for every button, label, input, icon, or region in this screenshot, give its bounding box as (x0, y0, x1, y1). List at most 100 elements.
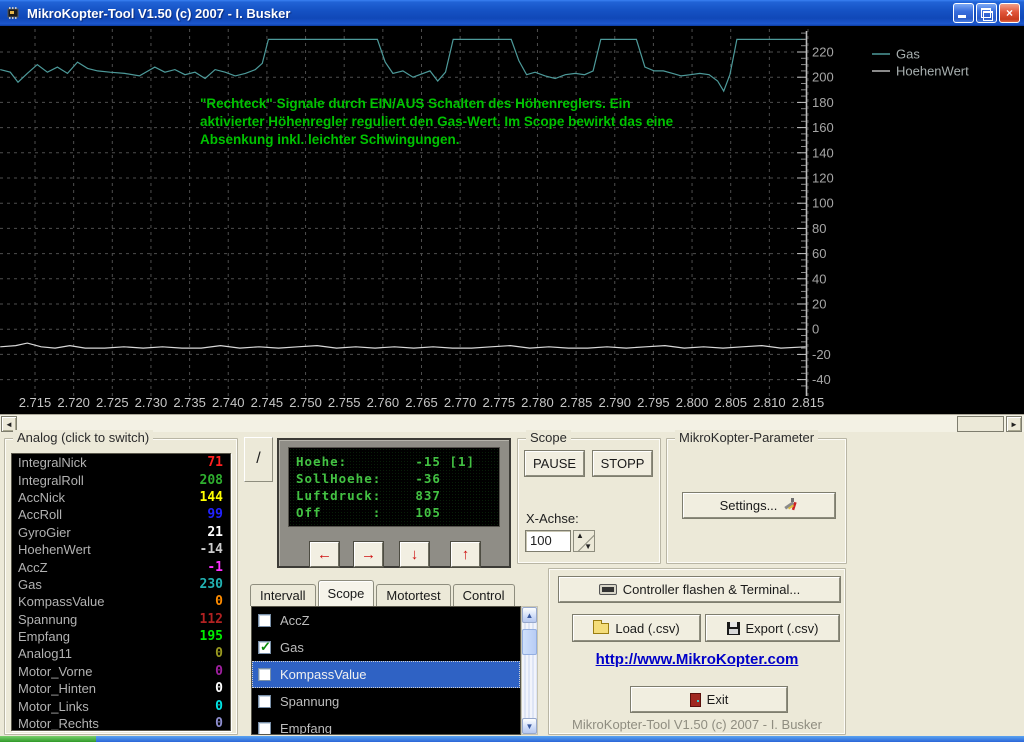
channel-label: AccZ (280, 613, 310, 628)
analog-row[interactable]: Gas230 (12, 576, 230, 593)
checkbox-icon[interactable] (258, 614, 271, 627)
channel-label: KompassValue (280, 667, 366, 682)
analog-row[interactable]: Empfang195 (12, 628, 230, 645)
x-axis-label: X-Achse: (526, 511, 579, 526)
scroll-down-icon[interactable]: ▼ (522, 718, 537, 734)
lcd-line: Off : 105 (296, 504, 492, 521)
channel-list-scrollbar[interactable]: ▲ ▼ (521, 606, 538, 735)
load-csv-button[interactable]: Load (.csv) (573, 615, 700, 641)
lcd-line: SollHoehe: -36 (296, 470, 492, 487)
scroll-thumb[interactable] (522, 629, 537, 655)
channel-row-kompassvalue[interactable]: KompassValue (252, 661, 520, 688)
scroll-up-icon[interactable]: ▲ (522, 607, 537, 623)
analog-row[interactable]: Analog110 (12, 645, 230, 662)
tab-intervall[interactable]: Intervall (250, 584, 316, 606)
svg-text:2.740: 2.740 (212, 395, 245, 410)
analog-label: Spannung (18, 612, 77, 627)
analog-row[interactable]: AccRoll99 (12, 506, 230, 523)
app-icon (5, 5, 21, 21)
channel-list: AccZ ✓ Gas KompassValue Spannung Empfang (251, 606, 521, 735)
tab-scope[interactable]: Scope (318, 580, 375, 606)
close-button[interactable]: × (999, 3, 1020, 23)
analog-value: 0 (215, 664, 223, 679)
svg-text:2.780: 2.780 (521, 395, 554, 410)
channel-label: Empfang (280, 721, 332, 735)
lcd-screen: Hoehe: -15 [1]SollHoehe: -36Luftdruck: 8… (288, 447, 500, 527)
analog-row[interactable]: IntegralNick71 (12, 454, 230, 471)
checkbox-icon[interactable] (258, 668, 271, 681)
hscroll-right-arrow-icon[interactable]: ► (1006, 416, 1022, 432)
taskbar[interactable] (0, 736, 1024, 742)
svg-text:2.745: 2.745 (251, 395, 284, 410)
terminal-icon (599, 584, 617, 595)
channel-row-accz[interactable]: AccZ (252, 607, 520, 634)
actions-groupbox: Controller flashen & Terminal... Load (.… (548, 568, 846, 735)
svg-text:2.810: 2.810 (753, 395, 786, 410)
pause-button[interactable]: PAUSE (525, 451, 584, 476)
spinner-down-icon[interactable]: ▼ (584, 542, 592, 551)
tab-control[interactable]: Control (453, 584, 515, 606)
maximize-button[interactable] (976, 3, 997, 23)
x-axis-input[interactable]: 100 (525, 530, 571, 552)
titlebar: MikroKopter-Tool V1.50 (c) 2007 - I. Bus… (0, 0, 1024, 26)
minimize-button[interactable] (953, 3, 974, 23)
analog-row[interactable]: HoehenWert-14 (12, 541, 230, 558)
analog-row[interactable]: KompassValue 0 (12, 593, 230, 610)
hscroll-thumb[interactable] (957, 416, 1004, 432)
analog-row[interactable]: Motor_Rechts0 (12, 715, 230, 731)
tab-row: IntervallScopeMotortestControl (250, 582, 517, 606)
analog-value: 0 (215, 594, 223, 609)
mikrokopter-link[interactable]: http://www.MikroKopter.com (596, 651, 799, 668)
channel-label: Spannung (280, 694, 339, 709)
analog-row[interactable]: Spannung112 (12, 611, 230, 628)
analog-row[interactable]: AccZ -1 (12, 558, 230, 575)
analog-value: 0 (215, 646, 223, 661)
analog-row[interactable]: AccNick144 (12, 489, 230, 506)
lcd-right-button[interactable]: → (354, 542, 383, 567)
channel-row-spannung[interactable]: Spannung (252, 688, 520, 715)
exit-button[interactable]: Exit (631, 687, 787, 712)
export-csv-button[interactable]: Export (.csv) (706, 615, 839, 641)
svg-text:200: 200 (812, 70, 834, 85)
svg-text:20: 20 (812, 297, 826, 312)
analog-label: AccZ (18, 560, 48, 575)
x-axis-spinner[interactable]: ▲ ▼ (573, 530, 595, 552)
lcd-left-button[interactable]: ← (310, 542, 339, 567)
analog-row[interactable]: Motor_Links0 (12, 697, 230, 714)
chart-hscrollbar[interactable]: ◄ ► (0, 414, 1024, 432)
channel-row-gas[interactable]: ✓ Gas (252, 634, 520, 661)
channel-row-empfang[interactable]: Empfang (252, 715, 520, 735)
analog-row[interactable]: Motor_Vorne0 (12, 663, 230, 680)
analog-label: KompassValue (18, 594, 104, 609)
analog-label: IntegralNick (18, 455, 87, 470)
footer-credit: MikroKopter-Tool V1.50 (c) 2007 - I. Bus… (572, 717, 822, 732)
analog-row[interactable]: GyroGier21 (12, 524, 230, 541)
svg-text:2.765: 2.765 (405, 395, 438, 410)
svg-text:2.730: 2.730 (135, 395, 168, 410)
start-button-edge[interactable] (0, 736, 96, 742)
tab-motortest[interactable]: Motortest (376, 584, 450, 606)
export-csv-label: Export (.csv) (746, 621, 819, 636)
lcd-down-button[interactable]: ↓ (400, 542, 429, 567)
channel-label: Gas (280, 640, 304, 655)
analog-row[interactable]: Motor_Hinten0 (12, 680, 230, 697)
spinner-up-icon[interactable]: ▲ (576, 531, 584, 540)
settings-button[interactable]: Settings... (683, 493, 835, 518)
flash-terminal-button[interactable]: Controller flashen & Terminal... (559, 577, 840, 602)
svg-text:2.790: 2.790 (598, 395, 631, 410)
svg-text:2.725: 2.725 (96, 395, 129, 410)
checkbox-checked-icon[interactable]: ✓ (258, 641, 271, 654)
svg-text:2.800: 2.800 (676, 395, 709, 410)
lcd-up-button[interactable]: ↑ (451, 542, 480, 567)
scope-chart: "Rechteck" Signale durch EIN/AUS Schalte… (0, 26, 1024, 414)
analog-value: 99 (207, 507, 223, 522)
control-panel: Analog (click to switch) IntegralNick71I… (0, 432, 1024, 736)
exit-label: Exit (707, 692, 729, 707)
checkbox-icon[interactable] (258, 695, 271, 708)
stop-button[interactable]: STOPP (593, 451, 652, 476)
checkbox-icon[interactable] (258, 722, 271, 735)
flash-terminal-label: Controller flashen & Terminal... (623, 582, 801, 597)
svg-text:2.805: 2.805 (714, 395, 747, 410)
analog-value: -1 (207, 560, 223, 575)
analog-row[interactable]: IntegralRoll208 (12, 471, 230, 488)
